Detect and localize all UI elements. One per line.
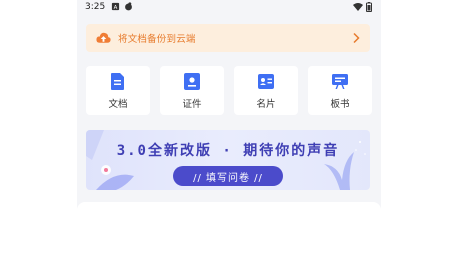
quick-action-label: 板书 xyxy=(330,99,350,110)
wifi-icon xyxy=(353,2,363,11)
quick-action-board[interactable]: 板书 xyxy=(308,66,372,115)
svg-text:A: A xyxy=(114,5,118,11)
quick-action-id-card[interactable]: 证件 xyxy=(160,66,224,115)
board-icon xyxy=(332,74,348,89)
document-icon xyxy=(111,73,124,90)
fill-survey-button[interactable]: // 填写问卷 // xyxy=(173,166,283,186)
quick-action-label: 证件 xyxy=(182,99,202,110)
quick-actions: 文档 证件 名片 板书 xyxy=(86,66,372,116)
promo-title: 3.0全新改版 · 期待你的声音 xyxy=(116,143,340,159)
status-bar: 3:25 A xyxy=(77,0,381,16)
promo-decoration-right xyxy=(324,141,366,190)
battery-icon xyxy=(366,2,372,12)
chevron-right-icon xyxy=(353,32,360,44)
quick-action-business-card[interactable]: 名片 xyxy=(234,66,298,115)
promo-decoration-left xyxy=(86,130,134,190)
status-time: 3:25 xyxy=(85,2,106,12)
cloud-upload-icon xyxy=(96,32,111,43)
id-card-icon xyxy=(184,73,200,90)
backup-banner-text: 将文档备份到云端 xyxy=(118,34,196,45)
quick-action-label: 文档 xyxy=(108,99,128,110)
backup-banner[interactable]: 将文档备份到云端 xyxy=(86,24,370,52)
gallery-icon xyxy=(125,2,132,11)
bottom-panel xyxy=(77,202,381,270)
a-box-icon: A xyxy=(111,2,120,11)
promo-banner[interactable]: 3.0全新改版 · 期待你的声音 // 填写问卷 // xyxy=(86,130,370,190)
quick-action-label: 名片 xyxy=(256,99,276,110)
app-screen: 3:25 A 将文档备份到云端 文档 证件 名片 板书 3.0全新改版 · 期待… xyxy=(77,0,381,270)
quick-action-document[interactable]: 文档 xyxy=(86,66,150,115)
business-card-icon xyxy=(258,74,274,89)
